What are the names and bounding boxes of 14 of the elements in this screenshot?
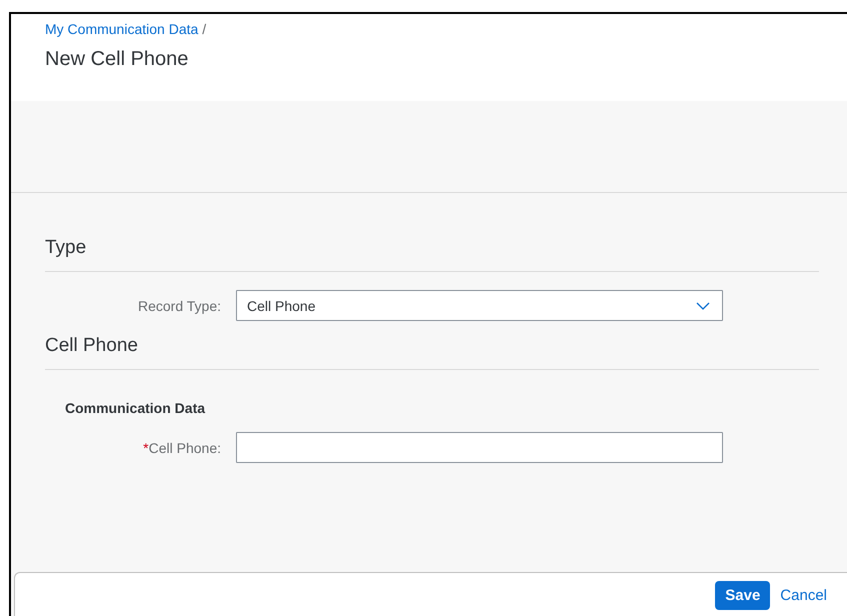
page-title: New Cell Phone — [45, 48, 190, 71]
group-heading: Communication Data — [64, 399, 206, 416]
field-label: Cell Phone: — [148, 440, 221, 456]
chevron-down-icon — [696, 302, 710, 310]
cell-phone-input[interactable] — [236, 432, 723, 463]
record-type-dropdown[interactable]: Cell Phone — [236, 290, 723, 321]
section-heading: Cell Phone — [45, 321, 819, 370]
breadcrumb-link[interactable]: My Communication Data — [45, 21, 198, 37]
field-label: Record Type: — [138, 298, 221, 314]
section-heading: Type — [45, 193, 819, 272]
required-mark: * — [143, 440, 149, 456]
cancel-button[interactable]: Cancel — [776, 581, 831, 610]
breadcrumb-separator: / — [202, 21, 206, 37]
save-button[interactable]: Save — [715, 581, 770, 610]
